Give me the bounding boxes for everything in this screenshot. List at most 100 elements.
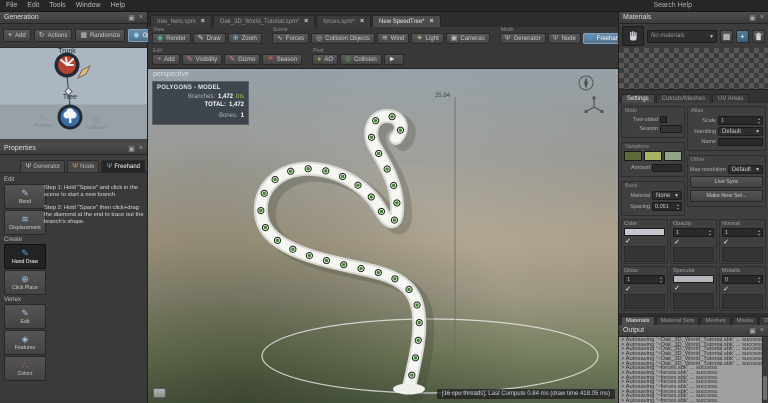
toolbar-button[interactable]: ✎ Gizmo [224, 54, 260, 65]
bottom-tab[interactable]: Displacements [759, 316, 768, 325]
spinner-arrows-icon[interactable] [758, 117, 760, 124]
document-tab[interactable]: Oak_3D_World_Tutorial.spm* [213, 15, 315, 27]
toolbar-button[interactable]: ► [384, 54, 404, 65]
spinner-arrows-icon[interactable] [758, 276, 760, 283]
mode-button[interactable]: Ψ Generator [500, 33, 546, 44]
document-tab[interactable]: forces.spm* [316, 15, 371, 27]
map-enabled-check-icon[interactable] [673, 238, 681, 246]
max-resolution-dropdown[interactable]: Default [728, 165, 763, 174]
menu-item[interactable]: Edit [27, 2, 39, 9]
name-input[interactable] [718, 138, 763, 146]
search-help[interactable]: Search Help [649, 2, 696, 9]
properties-tab[interactable]: Ψ Node [67, 160, 99, 172]
toolbar-button[interactable]: ☀ Light [411, 33, 443, 44]
back-material-dropdown[interactable]: None [652, 191, 682, 200]
toolbar-button[interactable]: ◎ Collision Objects [311, 33, 375, 44]
tool-button[interactable]: ⊕ Click Place [4, 270, 46, 295]
menu-item[interactable]: Window [76, 2, 101, 9]
output-scrollbar-thumb[interactable] [763, 376, 767, 400]
menu-item[interactable]: Tools [49, 2, 65, 9]
document-tab[interactable]: tree_hero.spm [150, 15, 212, 27]
materials-dropdown[interactable]: No materials [647, 30, 717, 43]
map-enabled-check-icon[interactable] [722, 285, 730, 293]
settings-tab[interactable]: UV Areas [712, 94, 749, 103]
map-preview[interactable] [722, 247, 763, 262]
material-thumbnail-button[interactable]: ▦ [720, 30, 733, 43]
map-enabled-check-icon[interactable] [624, 285, 632, 293]
close-icon[interactable]: × [139, 145, 143, 152]
metallic-spinner[interactable]: 0 [722, 275, 763, 284]
handling-dropdown[interactable]: Default [718, 127, 763, 136]
season-swatch[interactable] [660, 125, 682, 133]
variation-swatch[interactable] [644, 151, 662, 161]
specular-map-swatch[interactable] [673, 275, 714, 283]
gloss-spinner[interactable]: 1 [624, 275, 665, 284]
toolbar-button[interactable]: ▣ Cameras [446, 33, 490, 44]
viewport-3d[interactable]: perspective POLYGONS - MODEL Branches: 1… [148, 69, 618, 403]
live-sync-button[interactable]: Live Sync [690, 176, 763, 188]
freehand-branch[interactable] [261, 116, 426, 395]
color-map-swatch[interactable] [624, 228, 665, 236]
properties-tab[interactable]: Ψ Generator [20, 160, 65, 172]
map-preview[interactable] [624, 246, 665, 262]
opacity-spinner[interactable]: 1 [673, 228, 714, 237]
variation-swatch[interactable] [664, 151, 682, 161]
map-enabled-check-icon[interactable] [624, 237, 632, 245]
map-preview[interactable] [624, 294, 665, 309]
tool-button[interactable]: ◈ Features [4, 330, 46, 355]
toolbar-button[interactable]: ◎ Collision [340, 54, 382, 65]
bottom-tab[interactable]: Materials [621, 316, 655, 325]
camera-label[interactable]: perspective [153, 71, 189, 78]
node-graph[interactable]: Trunk Tree [0, 48, 147, 139]
map-preview[interactable] [722, 294, 763, 309]
close-icon[interactable]: × [760, 327, 764, 334]
close-tab-icon[interactable] [304, 18, 308, 25]
tool-button[interactable]: ✎ Bend [4, 184, 46, 209]
generation-toolbar-button[interactable]: ↻ Actions [34, 29, 73, 42]
generation-toolbar-button[interactable]: + Add [3, 29, 31, 42]
axis-gizmo-icon[interactable] [585, 97, 604, 114]
drag-material-button[interactable] [622, 26, 644, 46]
spinner-arrows-icon[interactable] [709, 229, 711, 236]
normal-spinner[interactable]: 1 [722, 228, 763, 237]
mode-button[interactable]: Ψ Node [548, 33, 581, 44]
spacing-spinner[interactable]: 0.051 [652, 202, 682, 211]
two-sided-checkbox[interactable] [660, 116, 667, 123]
ghost-collision-item[interactable]: ◎ Collision [76, 116, 116, 131]
tool-button[interactable]: ≋ Displacement [4, 210, 46, 235]
map-preview[interactable] [673, 293, 714, 309]
variation-swatch[interactable] [624, 151, 642, 161]
close-tab-icon[interactable] [430, 18, 434, 25]
viewport-corner-icon[interactable] [153, 388, 166, 398]
settings-tab[interactable]: Cutouts/Meshes [656, 94, 711, 103]
dock-icon[interactable]: ▣ [128, 145, 135, 153]
toolbar-button[interactable]: ≋ Wind [377, 33, 410, 44]
amount-input[interactable] [652, 164, 682, 172]
dock-icon[interactable]: ▣ [749, 14, 756, 22]
bottom-tab[interactable]: Masks [732, 316, 759, 325]
make-new-set-button[interactable]: Make New Set... [690, 190, 763, 202]
tool-button[interactable]: ✎ Edit [4, 304, 46, 329]
document-tab[interactable]: New SpeedTree* [372, 15, 441, 27]
material-preview-area[interactable] [619, 48, 768, 89]
close-icon[interactable]: × [760, 14, 764, 21]
close-tab-icon[interactable] [201, 18, 205, 25]
spinner-arrows-icon[interactable] [677, 203, 679, 210]
map-enabled-check-icon[interactable] [722, 238, 730, 246]
menu-item[interactable]: File [6, 2, 17, 9]
settings-tab[interactable]: Settings [621, 94, 655, 103]
toolbar-button[interactable]: + Add [152, 54, 180, 65]
generation-toolbar-button[interactable]: ▦ Randomize [75, 29, 125, 42]
ghost-forces-item[interactable]: ∿ Forces [23, 114, 63, 129]
bottom-tab[interactable]: Meshes [700, 316, 730, 325]
toolbar-button[interactable]: ∿ Forces [272, 33, 309, 44]
dock-icon[interactable]: ▣ [128, 14, 135, 22]
map-enabled-check-icon[interactable] [673, 284, 681, 292]
tool-button[interactable]: ∴ Colors [4, 356, 46, 381]
toolbar-button[interactable]: ✎ Visibility [182, 54, 222, 65]
scale-spinner[interactable]: 1 [718, 116, 763, 125]
spinner-arrows-icon[interactable] [660, 276, 662, 283]
toolbar-button[interactable]: ⚑ Season [262, 54, 302, 65]
menu-item[interactable]: Help [111, 2, 125, 9]
toolbar-button[interactable]: ● AO [312, 54, 338, 65]
